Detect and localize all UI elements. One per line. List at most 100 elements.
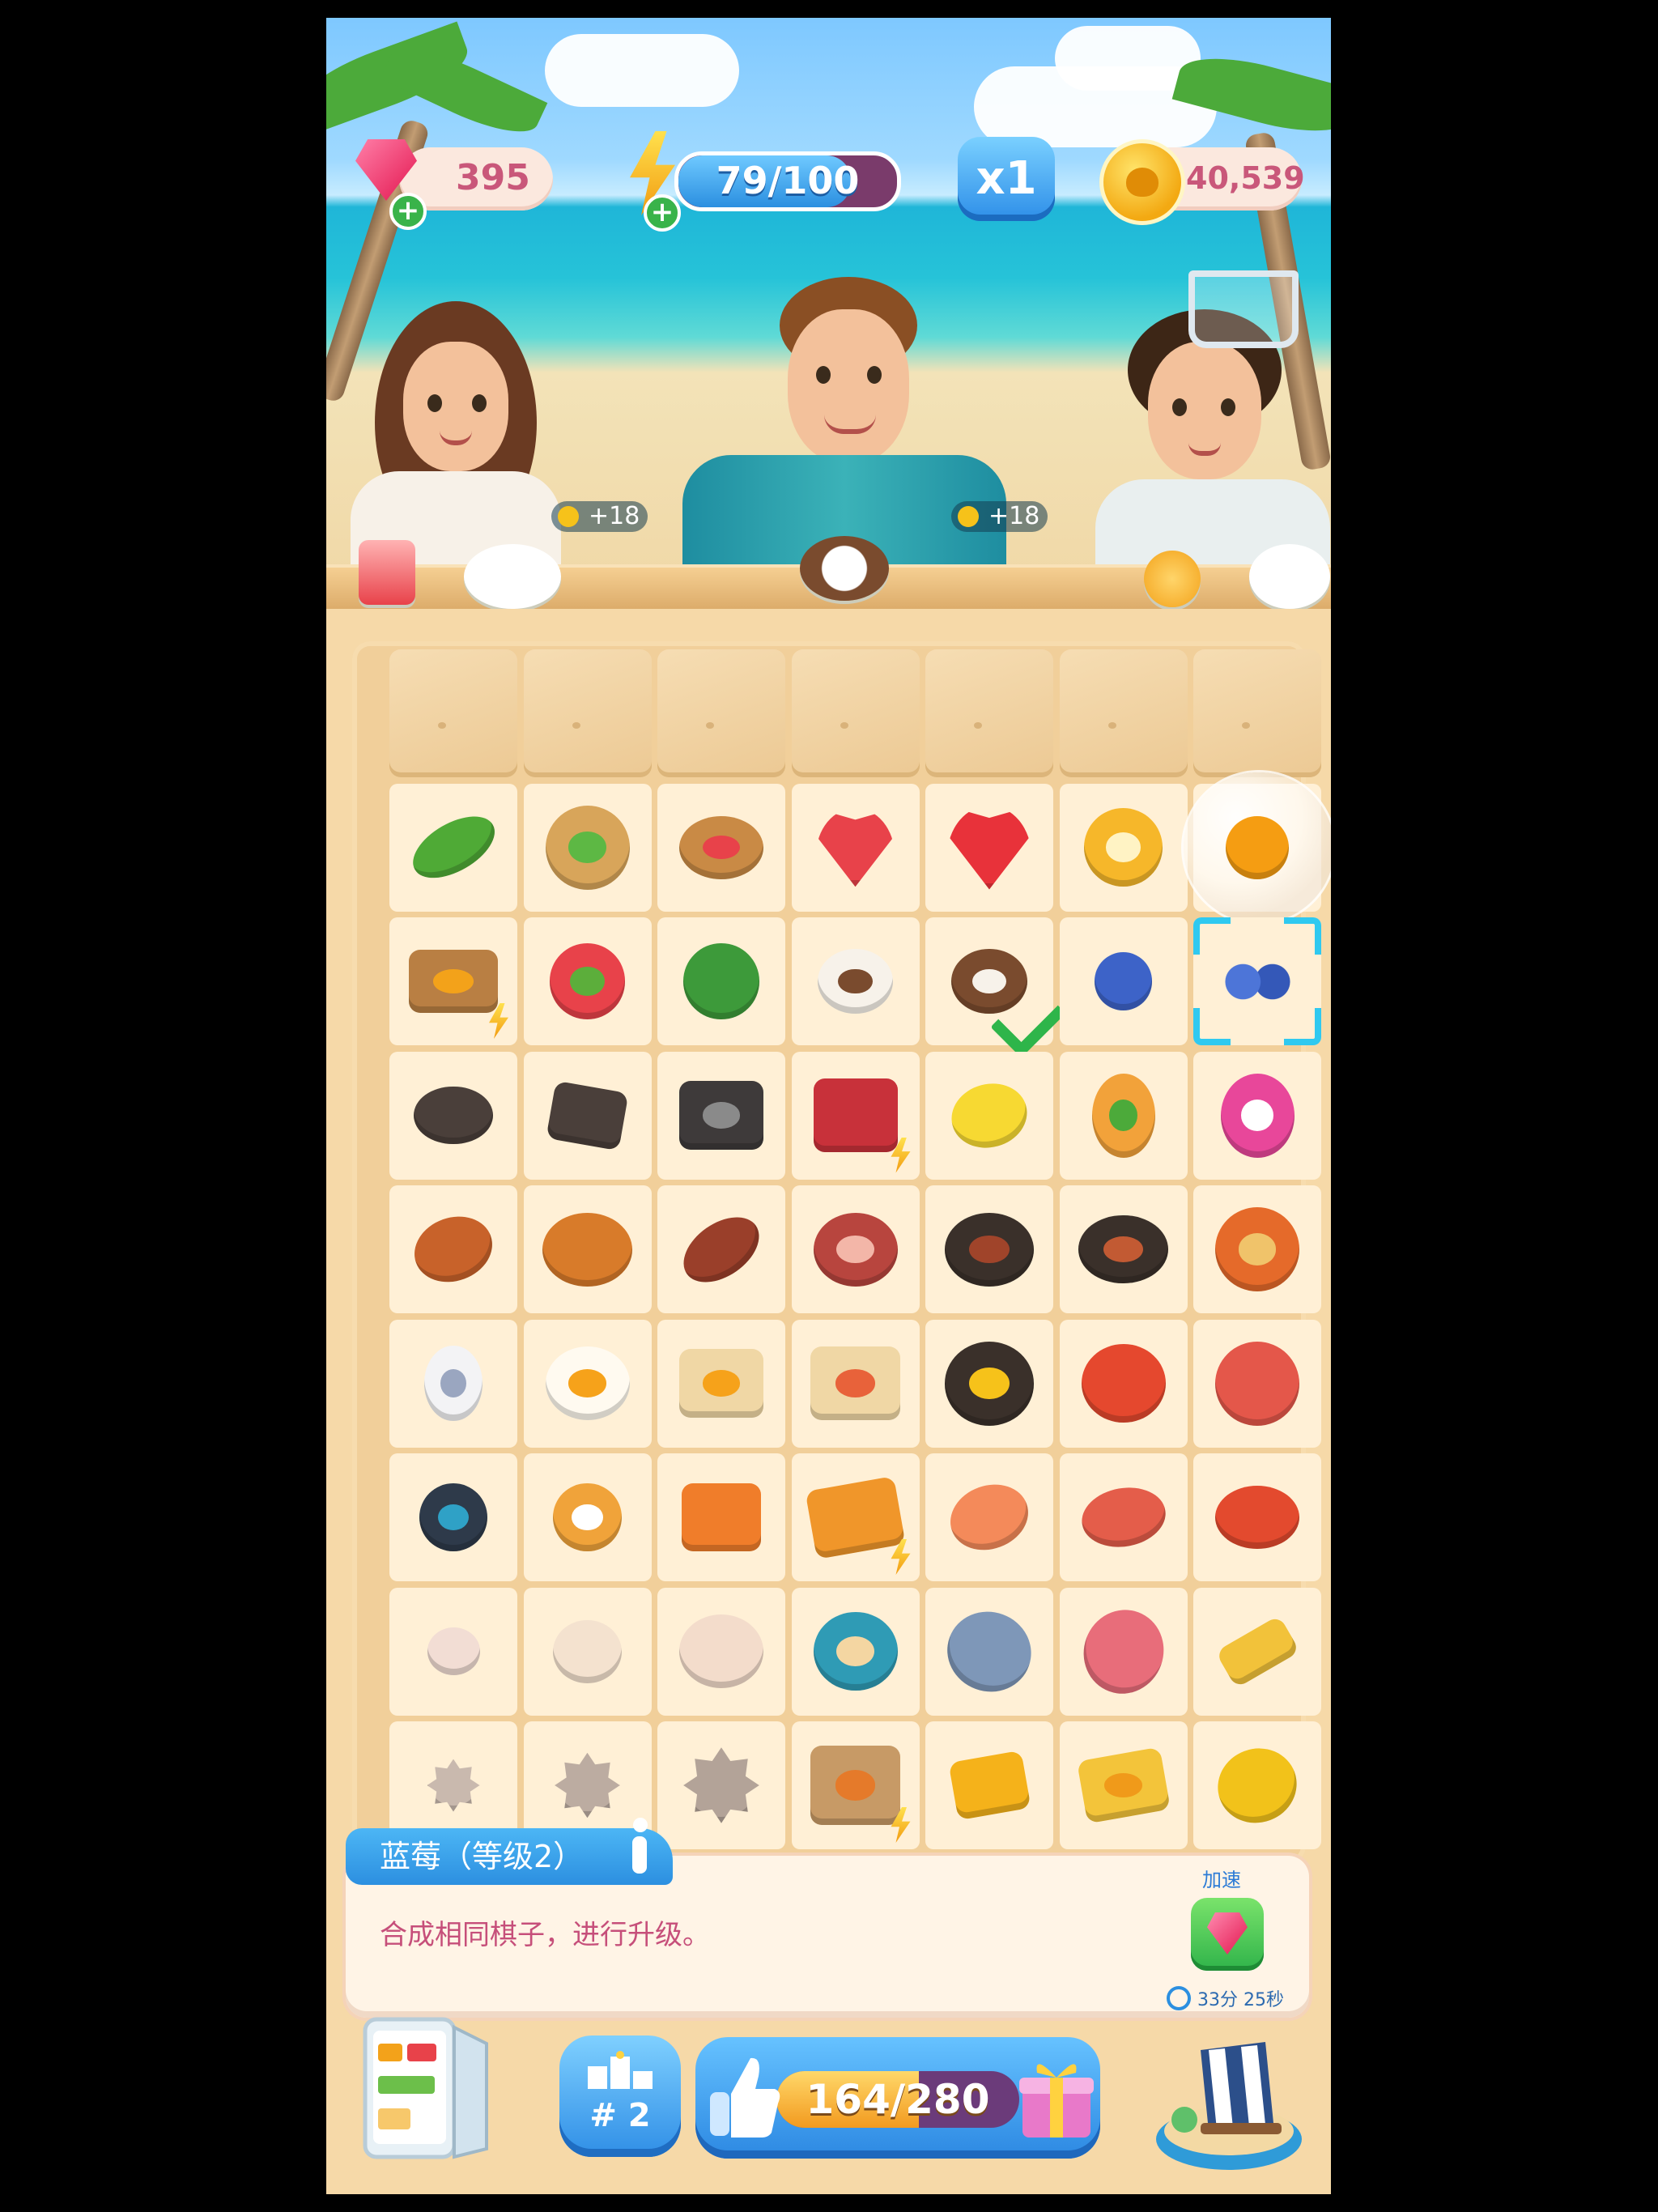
board-cell[interactable] <box>657 783 785 912</box>
board-cell[interactable] <box>523 917 652 1045</box>
face <box>1148 342 1261 479</box>
beach-scene: +18 +18 395 + 79/100 + x1 40,539 <box>326 18 1331 609</box>
board-cell[interactable] <box>791 1051 920 1180</box>
sand-tile[interactable] <box>925 649 1053 777</box>
board-cell[interactable] <box>523 1319 652 1448</box>
board-cell[interactable] <box>523 1185 652 1313</box>
add-energy-button[interactable]: + <box>644 194 681 232</box>
board-cell[interactable] <box>791 1453 920 1581</box>
fishing-reel-icon <box>401 1465 506 1570</box>
board-cell[interactable] <box>791 917 920 1045</box>
sand-tile[interactable] <box>523 649 652 777</box>
eye <box>1172 398 1187 416</box>
fridge-icon[interactable] <box>349 2011 495 2165</box>
board-cell[interactable] <box>925 1453 1053 1581</box>
board-cell[interactable] <box>523 1051 652 1180</box>
board-cell[interactable] <box>925 783 1053 912</box>
customer-woman[interactable] <box>342 285 569 585</box>
board-cell[interactable] <box>389 783 517 912</box>
strawberry-half-icon <box>803 795 908 900</box>
board-cell[interactable] <box>657 1319 785 1448</box>
board-cell[interactable] <box>1193 1453 1321 1581</box>
eye <box>427 394 442 412</box>
sausages-icon <box>669 1197 774 1302</box>
orange-bubble-icon <box>1205 795 1310 900</box>
board-cell[interactable] <box>1184 772 1331 923</box>
board-cell[interactable] <box>523 1453 652 1581</box>
skillet-icon <box>535 1063 640 1168</box>
board-cell[interactable] <box>523 783 652 912</box>
rank-button[interactable]: # 2 <box>559 2035 681 2157</box>
board-cell[interactable] <box>389 1587 517 1716</box>
shop-cart-icon[interactable] <box>1188 270 1299 348</box>
board-cell[interactable] <box>1059 917 1188 1045</box>
board-cell[interactable] <box>657 1051 785 1180</box>
board-cell[interactable] <box>925 1319 1053 1448</box>
board-cell[interactable] <box>1193 1051 1321 1180</box>
board-cell[interactable] <box>389 917 517 1045</box>
bucket-icon <box>669 1465 774 1570</box>
speed-up-button[interactable] <box>1191 1898 1264 1971</box>
board-cell[interactable] <box>925 1721 1053 1849</box>
board-cell[interactable] <box>1193 917 1321 1045</box>
sand-tile[interactable] <box>1193 649 1321 777</box>
lemon-icon <box>937 1063 1042 1168</box>
board-cell[interactable] <box>1193 1185 1321 1313</box>
board-cell[interactable] <box>1059 1721 1188 1849</box>
board-cell[interactable] <box>657 1721 785 1849</box>
board-cell[interactable] <box>1059 1587 1188 1716</box>
board-cell[interactable] <box>389 1185 517 1313</box>
gloves-icon <box>1205 1733 1310 1838</box>
leaf-tart-icon <box>535 795 640 900</box>
order-progress-bar[interactable]: 164/280 <box>695 2037 1100 2159</box>
broom-icon <box>1205 1599 1310 1704</box>
board-cell[interactable] <box>791 783 920 912</box>
board-cell[interactable] <box>791 1319 920 1448</box>
board-cell[interactable] <box>1059 1453 1188 1581</box>
fruit-tart-icon <box>669 795 774 900</box>
board-cell[interactable] <box>791 1587 920 1716</box>
gift-icon[interactable] <box>1018 2053 1095 2142</box>
board-cell[interactable] <box>389 1453 517 1581</box>
orange-slice-web-icon <box>1071 795 1176 900</box>
board-cell[interactable] <box>925 917 1066 1058</box>
strawberry-icon <box>937 795 1042 900</box>
board-cell[interactable] <box>1059 1319 1188 1448</box>
octopus-icon <box>1205 1331 1310 1436</box>
sand-tile[interactable] <box>1059 649 1188 777</box>
gear-large-icon <box>669 1733 774 1838</box>
sand-tile[interactable] <box>657 649 785 777</box>
board-cell[interactable] <box>1193 1721 1321 1849</box>
board-cell[interactable] <box>925 1185 1053 1313</box>
rank-text: # 2 <box>589 2097 651 2134</box>
energy-bar[interactable]: 79/100 <box>674 151 901 211</box>
board-cell[interactable] <box>523 1587 652 1716</box>
board-cell[interactable] <box>657 917 785 1045</box>
board-cell[interactable] <box>1059 783 1188 912</box>
board-cell[interactable] <box>1059 1051 1188 1180</box>
board-cell[interactable] <box>1193 1587 1321 1716</box>
board-cell[interactable] <box>657 1453 785 1581</box>
sand-tile[interactable] <box>389 649 517 777</box>
multiplier-button[interactable]: x1 <box>958 137 1055 221</box>
board-cell[interactable] <box>925 1051 1053 1180</box>
watermelon-slice-icon <box>535 929 640 1034</box>
eye <box>1221 398 1235 416</box>
board-cell[interactable] <box>791 1185 920 1313</box>
add-gems-button[interactable]: + <box>389 193 427 230</box>
board-cell[interactable] <box>791 1721 920 1849</box>
board-cell[interactable] <box>657 1185 785 1313</box>
board-cell[interactable] <box>389 1319 517 1448</box>
board-cell[interactable] <box>1193 1319 1321 1448</box>
info-icon[interactable] <box>621 1817 655 1877</box>
board-cell[interactable] <box>389 1051 517 1180</box>
sand-tile[interactable] <box>791 649 920 777</box>
board-cell[interactable] <box>925 1587 1053 1716</box>
board-cell[interactable] <box>657 1587 785 1716</box>
thumbs-up-icon <box>710 2057 780 2138</box>
board-cell[interactable] <box>1059 1185 1188 1313</box>
beach-chair-icon[interactable] <box>1152 2018 1306 2172</box>
grill-icon <box>669 1063 774 1168</box>
shell-icon <box>535 1599 640 1704</box>
eye <box>472 394 487 412</box>
